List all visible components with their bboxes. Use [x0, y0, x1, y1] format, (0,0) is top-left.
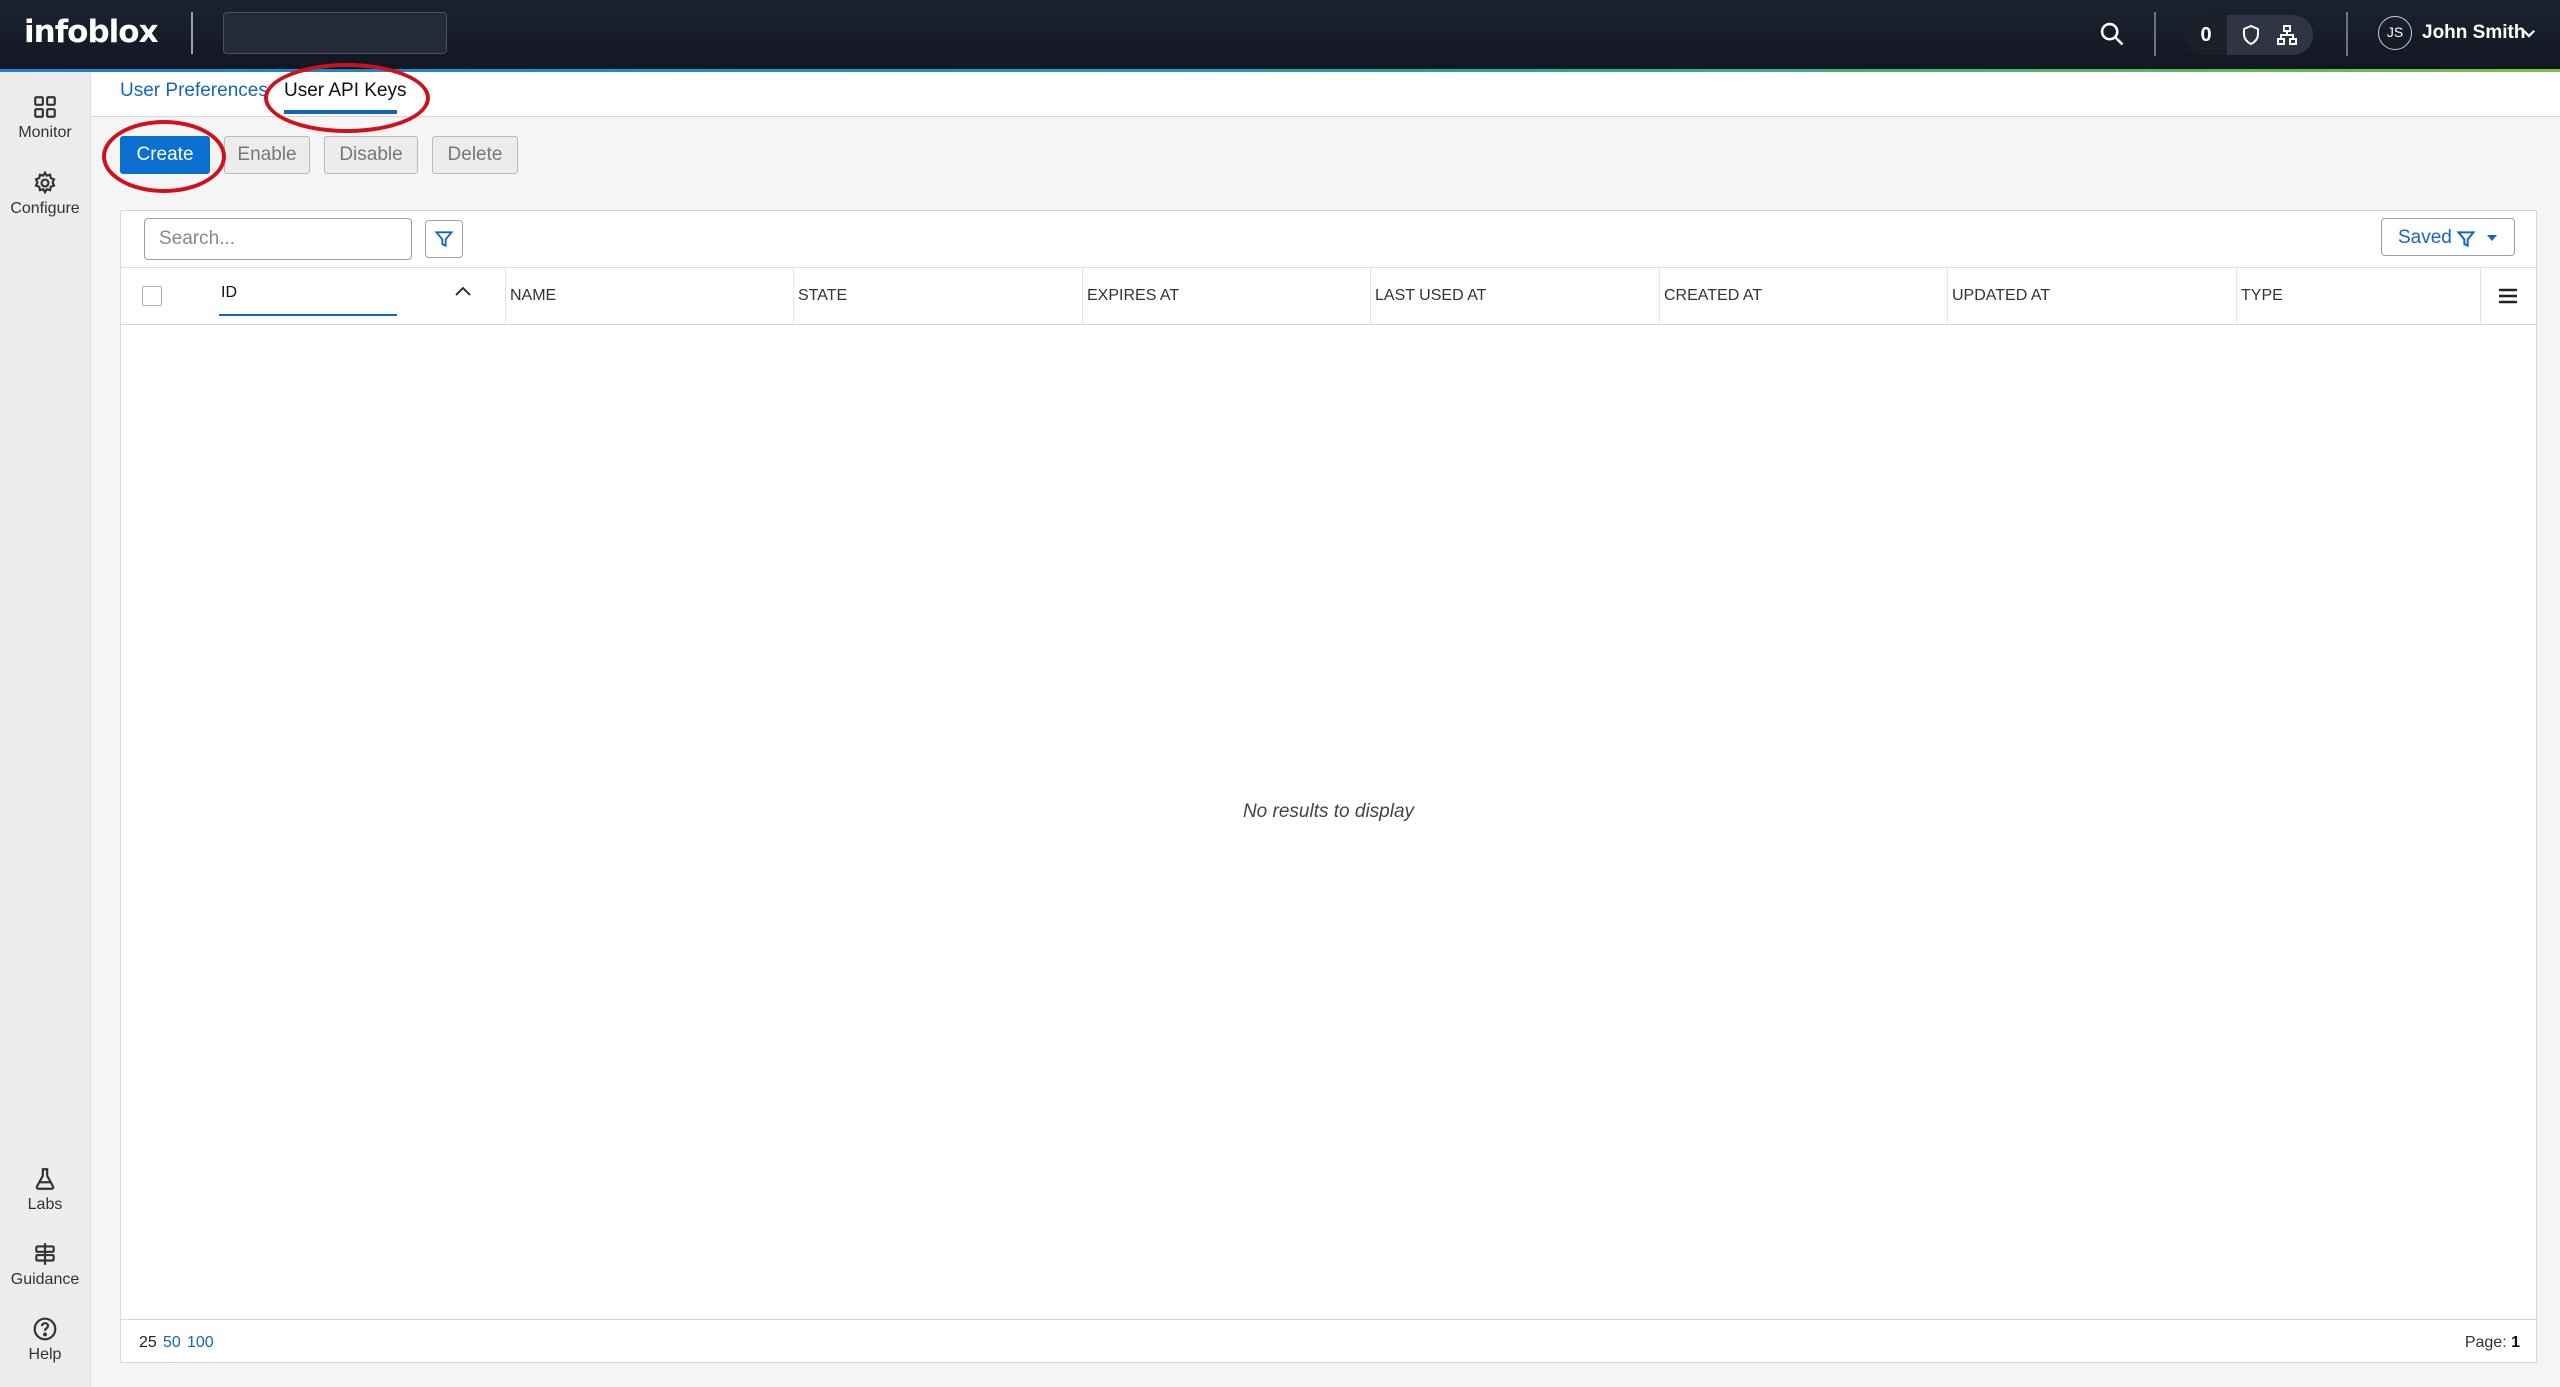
- page-size-option-100[interactable]: 100: [187, 1334, 214, 1352]
- search-input[interactable]: [144, 218, 412, 260]
- nav-label: Guidance: [10, 1271, 80, 1288]
- nav-label: Monitor: [18, 124, 72, 141]
- tabs-bar: User Preferences User API Keys: [91, 72, 2560, 117]
- column-header-created-at[interactable]: CREATED AT: [1659, 268, 1947, 324]
- column-header-name[interactable]: NAME: [505, 268, 793, 324]
- grid-header-row: ID NAME STATE EXPIRES AT LAST USED AT CR…: [121, 267, 2536, 325]
- top-bar: infoblox 0 JS John Smith: [0, 0, 2560, 69]
- column-header-expires-at[interactable]: EXPIRES AT: [1082, 268, 1370, 324]
- column-header-updated-at[interactable]: UPDATED AT: [1947, 268, 2236, 324]
- tab-user-preferences[interactable]: User Preferences: [120, 80, 268, 102]
- topbar-divider: [2346, 12, 2348, 56]
- nav-item-labs[interactable]: Labs: [0, 1166, 90, 1214]
- nav-label: Configure: [10, 200, 80, 217]
- page-number: 1: [2511, 1334, 2520, 1351]
- network-icon[interactable]: [2275, 23, 2299, 47]
- notification-count[interactable]: 0: [2185, 15, 2227, 55]
- search-icon[interactable]: [2098, 20, 2126, 48]
- disable-button[interactable]: Disable: [324, 136, 418, 174]
- column-menu-icon[interactable]: [2497, 286, 2519, 306]
- delete-button[interactable]: Delete: [432, 136, 518, 174]
- nav-item-help[interactable]: Help: [0, 1316, 90, 1364]
- avatar[interactable]: JS: [2378, 16, 2412, 50]
- page-size-option-50[interactable]: 50: [163, 1334, 181, 1352]
- grid-icon: [34, 96, 56, 118]
- help-icon: [33, 1317, 57, 1341]
- column-header-last-used-at[interactable]: LAST USED AT: [1370, 268, 1659, 324]
- nav-label: Help: [28, 1346, 62, 1363]
- column-header-state[interactable]: STATE: [793, 268, 1082, 324]
- create-button[interactable]: Create: [120, 136, 210, 174]
- infoblox-logo[interactable]: infoblox: [24, 14, 159, 50]
- filter-button[interactable]: [425, 220, 463, 258]
- select-all-checkbox[interactable]: [142, 286, 162, 306]
- enable-button[interactable]: Enable: [224, 136, 310, 174]
- logo-divider: [191, 12, 193, 54]
- gear-icon: [34, 170, 56, 195]
- saved-filters-button[interactable]: Saved: [2381, 218, 2515, 256]
- empty-state-message: No results to display: [1242, 801, 1415, 822]
- sorted-column-indicator: [219, 314, 397, 316]
- shield-icon[interactable]: [2239, 23, 2263, 47]
- status-pill[interactable]: 0: [2185, 15, 2313, 55]
- filter-icon: [434, 231, 454, 248]
- active-tab-indicator: [284, 110, 397, 114]
- page-size-option-25[interactable]: 25: [139, 1334, 157, 1352]
- sort-ascending-icon[interactable]: [453, 284, 473, 298]
- tab-user-api-keys[interactable]: User API Keys: [284, 80, 407, 102]
- user-name[interactable]: John Smith: [2422, 22, 2525, 44]
- api-keys-grid: Saved ID NAME STATE EXPIRES AT LAST USED…: [120, 210, 2537, 1363]
- nav-item-guidance[interactable]: Guidance: [0, 1241, 90, 1289]
- topbar-divider: [2154, 12, 2156, 56]
- nav-item-monitor[interactable]: Monitor: [0, 94, 90, 142]
- column-divider: [2480, 268, 2481, 324]
- chevron-down-icon[interactable]: [2520, 24, 2538, 42]
- saved-filters-label: Saved: [2398, 227, 2452, 248]
- grid-footer: 25 50 100 Page: 1: [121, 1319, 2536, 1362]
- page-indicator: Page: 1: [2465, 1334, 2520, 1352]
- column-header-type[interactable]: TYPE: [2236, 268, 2480, 324]
- filter-icon: [2456, 231, 2476, 248]
- nav-label: Labs: [27, 1196, 63, 1213]
- left-nav: Monitor Configure Labs Guidance Help: [0, 72, 91, 1387]
- flask-icon: [35, 1168, 55, 1190]
- caret-down-icon: [2487, 235, 2497, 241]
- page-label: Page:: [2464, 1334, 2507, 1351]
- global-search-box[interactable]: [223, 12, 447, 54]
- nav-item-configure[interactable]: Configure: [0, 170, 90, 218]
- signpost-icon: [35, 1243, 55, 1265]
